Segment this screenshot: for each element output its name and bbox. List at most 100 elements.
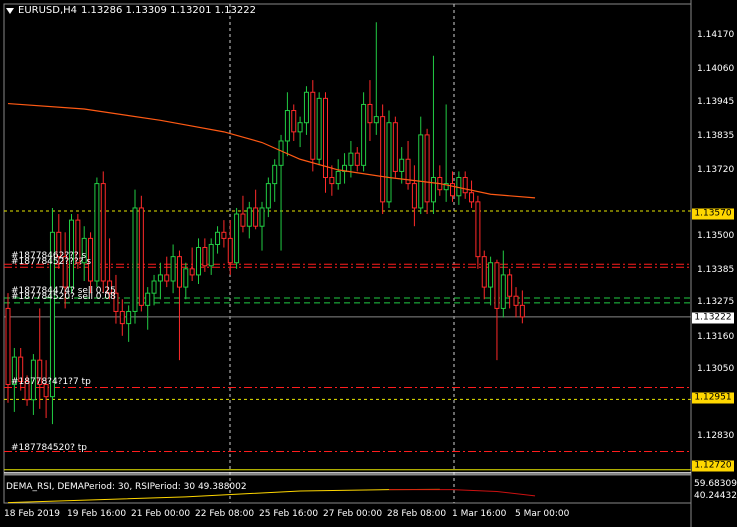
candle-body — [272, 164, 278, 185]
candle-body — [221, 231, 227, 239]
candle-body — [138, 207, 144, 306]
indicator-tick: 59.683093 — [694, 479, 737, 489]
order-label[interactable]: #18778?4?1?7 tp — [11, 377, 91, 387]
candle-body — [291, 110, 297, 133]
candle-body — [392, 122, 398, 172]
candle-body — [513, 295, 519, 306]
price-tick: 1.13835 — [697, 131, 735, 141]
level-price-tag: 1.13570 — [692, 208, 734, 220]
candle-body — [253, 207, 259, 227]
candle-body — [456, 177, 462, 197]
price-tick: 1.14060 — [697, 64, 735, 74]
date-tick: 28 Feb 08:00 — [387, 509, 447, 519]
candle-body — [234, 213, 240, 264]
ohlc-values: 1.13286 1.13309 1.13201 1.13222 — [81, 5, 256, 16]
candle-body — [215, 231, 221, 245]
candle-body — [399, 158, 405, 172]
candle-body — [411, 183, 417, 209]
candle-body — [475, 201, 481, 258]
candle-body — [297, 122, 303, 133]
date-tick: 22 Feb 08:00 — [195, 509, 255, 519]
candle-body — [265, 183, 271, 209]
candle-body — [380, 116, 386, 203]
candle-body — [151, 280, 157, 294]
level-price-tag: 1.12720 — [692, 460, 734, 472]
candle-body — [240, 213, 246, 227]
candle-body — [259, 207, 265, 227]
candle-body — [481, 256, 487, 288]
order-label[interactable]: #187784520? sell 0.08 — [11, 292, 116, 302]
candle-body — [94, 183, 100, 282]
candle-body — [246, 207, 252, 227]
candle-body — [164, 274, 170, 282]
candle-body — [418, 134, 424, 209]
candle-body — [373, 116, 379, 124]
moving-average-line — [7, 102, 536, 199]
date-tick: 25 Feb 16:00 — [259, 509, 319, 519]
price-tick: 1.13275 — [697, 297, 735, 307]
level-price-tag: 1.12951 — [692, 392, 734, 404]
price-tick: 1.13385 — [697, 265, 735, 275]
candle-body — [189, 268, 195, 276]
candle-body — [430, 177, 436, 203]
candle-body — [157, 274, 163, 282]
date-tick: 27 Feb 00:00 — [323, 509, 383, 519]
candle-body — [196, 247, 201, 276]
price-tick: 1.14170 — [697, 30, 735, 40]
candle-body — [462, 177, 468, 194]
candle-body — [303, 91, 309, 124]
price-tick: 1.12830 — [697, 431, 735, 441]
candle-body — [170, 256, 176, 282]
candle-body — [183, 268, 189, 288]
candle-body — [494, 262, 500, 309]
candle-body — [488, 262, 494, 288]
candle-body — [424, 134, 430, 203]
date-tick: 5 Mar 00:00 — [515, 509, 570, 519]
candle-body — [5, 307, 11, 386]
candle-body — [284, 110, 290, 142]
candle-body — [145, 292, 151, 306]
price-tick: 1.13160 — [697, 332, 735, 342]
chart-canvas[interactable] — [0, 0, 737, 527]
candle-body — [507, 274, 513, 297]
candle-body — [100, 183, 106, 282]
candle-body — [361, 103, 367, 166]
price-tick: 1.13050 — [697, 364, 735, 374]
candle-body — [227, 237, 233, 264]
current-price-tag: 1.13222 — [692, 312, 734, 324]
mt4-chart-window[interactable]: EURUSD,H4 1.13286 1.13309 1.13201 1.1322… — [0, 0, 737, 527]
candle-body — [500, 274, 506, 309]
candle-body — [335, 170, 341, 185]
candle-body — [354, 152, 360, 166]
candle-body — [126, 310, 132, 325]
candle-body — [119, 310, 125, 325]
candle-body — [386, 122, 392, 203]
candle-body — [519, 304, 525, 318]
candle-body — [310, 91, 316, 160]
candle-body — [316, 97, 322, 160]
price-tick: 1.13945 — [697, 97, 735, 107]
price-tick: 1.13720 — [697, 165, 735, 175]
date-tick: 19 Feb 16:00 — [67, 509, 127, 519]
candle-body — [208, 243, 214, 267]
date-tick: 18 Feb 2019 — [4, 509, 61, 519]
candle-body — [176, 256, 182, 288]
date-tick: 1 Mar 16:00 — [452, 509, 507, 519]
price-tick: 1.13500 — [697, 231, 735, 241]
candle-body — [202, 247, 208, 267]
candle-body — [329, 177, 335, 185]
candle-body — [367, 103, 373, 124]
order-label[interactable]: #187784520? tp — [11, 443, 87, 453]
order-label[interactable]: #18778452???? s — [11, 257, 91, 267]
symbol-timeframe: EURUSD,H4 — [18, 5, 78, 16]
indicator-tick: 40.244323 — [694, 491, 737, 501]
indicator-title: DEMA_RSI, DEMAPeriod: 30, RSIPeriod: 30 … — [6, 482, 247, 492]
dropdown-arrow-icon[interactable] — [6, 7, 14, 14]
chart-title: EURUSD,H4 1.13286 1.13309 1.13201 1.1322… — [6, 5, 256, 16]
candle-body — [469, 192, 475, 203]
main-chart-frame — [3, 3, 692, 475]
candle-body — [132, 207, 138, 312]
candle-body — [278, 140, 284, 166]
dema-rsi-red-line — [389, 489, 536, 497]
candle-body — [348, 152, 354, 166]
